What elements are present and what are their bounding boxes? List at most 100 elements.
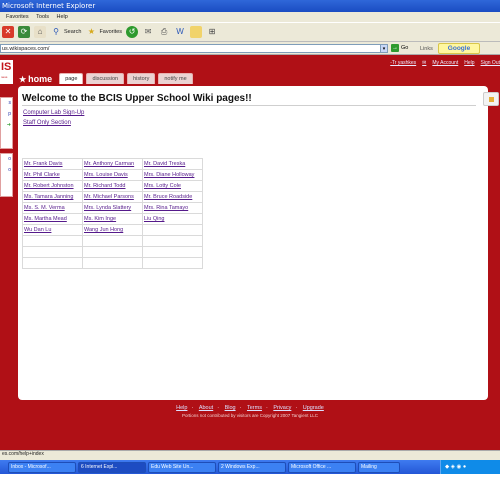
staff-link[interactable]: Mrs. Louise Davis <box>82 169 143 181</box>
table-row: Ms. S. M. Verma Mrs. Lynda Slattery Mrs. R… <box>22 202 203 214</box>
user-link-name[interactable]: -Tr yashkes <box>390 60 416 66</box>
taskbar-button[interactable]: Inbox - Microsof... <box>8 461 76 473</box>
browser-toolbar: ✕ ⟳ ⌂ ⚲ Search ★ Favorites ↺ ✉ ⎙ W ⊞ <box>0 22 500 42</box>
user-link-account[interactable]: My Account <box>432 60 458 66</box>
staff-link[interactable]: Wang Jun Hong <box>82 224 143 236</box>
window-title: Microsoft Internet Explorer <box>2 2 96 10</box>
taskbar-button[interactable]: Mailing <box>358 461 400 473</box>
staff-link[interactable]: Ms. Kim Inge <box>82 213 143 225</box>
table-row: Ms. Martha Mead Ms. Kim Inge Liu Qing <box>22 213 203 225</box>
refresh-icon[interactable]: ⟳ <box>18 26 30 38</box>
go-button[interactable]: → Go <box>391 44 408 52</box>
history-icon[interactable]: ↺ <box>126 26 139 38</box>
staff-link[interactable]: Liu Qing <box>142 213 203 225</box>
messenger-icon[interactable]: ⊞ <box>206 26 218 38</box>
tab-history[interactable]: history <box>127 73 156 84</box>
table-row: Wu Dan Lu Wang Jun Hong <box>22 224 203 236</box>
staff-only-link[interactable]: Staff Only Section <box>23 120 71 126</box>
user-link-signout[interactable]: Sign Out <box>481 60 500 66</box>
footer-link-about[interactable]: About <box>199 405 213 411</box>
footer-link-help[interactable]: Help <box>176 405 187 411</box>
address-bar: us.wikispaces.com/ ▾ → Go Links Google <box>0 42 500 55</box>
staff-link[interactable]: Mr. Phil Clarke <box>22 169 83 181</box>
staff-link[interactable]: Mrs. Diane Holloway <box>142 169 203 181</box>
menu-item-tools[interactable]: Tools <box>36 14 49 20</box>
staff-link[interactable]: Mr. Bruce Roadside <box>142 191 203 203</box>
stop-icon[interactable]: ✕ <box>2 26 14 38</box>
staff-link <box>142 235 203 247</box>
staff-link[interactable]: Mrs. Lynda Slattery <box>82 202 143 214</box>
search-icon: ⚲ <box>53 27 59 36</box>
footer-link-privacy[interactable]: Privacy <box>273 405 291 411</box>
staff-link <box>82 246 143 258</box>
menu-item-favorites[interactable]: Favorites <box>6 14 29 20</box>
staff-link[interactable]: Ms. Tamara Janning <box>22 191 83 203</box>
home-link[interactable]: ★ home <box>19 74 52 84</box>
staff-link <box>22 246 83 258</box>
sidebar-item[interactable]: s <box>1 98 12 109</box>
go-arrow-icon: → <box>391 44 399 52</box>
staff-link[interactable]: Mrs. Lotty Cole <box>142 180 203 192</box>
user-links: -Tr yashkes ✉ My Account Help Sign Out <box>390 60 500 66</box>
staff-link <box>82 257 143 269</box>
staff-link[interactable]: Mr. Robert Johnston <box>22 180 83 192</box>
edit-icon[interactable]: W <box>174 26 186 38</box>
sidebar-item[interactable]: o <box>1 165 12 176</box>
address-dropdown-icon[interactable]: ▾ <box>380 44 388 53</box>
site-logo[interactable]: IS ness <box>0 60 13 84</box>
edit-icon <box>488 97 494 102</box>
footer-link-terms[interactable]: Terms <box>247 405 262 411</box>
footer-link-blog[interactable]: Blog <box>225 405 236 411</box>
mail-icon[interactable]: ✉ <box>142 26 154 38</box>
staff-link[interactable]: Mr. Richard Todd <box>82 180 143 192</box>
staff-link[interactable]: Wu Dan Lu <box>22 224 83 236</box>
tray-icons[interactable]: ◆ ◈ ◉ ● <box>445 464 466 470</box>
search-button[interactable]: ⚲ Search <box>50 26 81 38</box>
sidebar-arrow-icon[interactable]: ➜ <box>1 120 12 131</box>
favorites-button[interactable]: ★ Favorites <box>85 26 122 38</box>
footer-link-upgrade[interactable]: Upgrade <box>303 405 324 411</box>
status-text: es.com/help+index <box>2 451 44 457</box>
google-toolbar[interactable]: Google <box>438 43 480 54</box>
taskbar-button[interactable]: 2 Windows Exp... <box>218 461 286 473</box>
user-link-help[interactable]: Help <box>464 60 474 66</box>
sidebar-recent-changes: o o <box>0 153 13 197</box>
home-icon[interactable]: ⌂ <box>34 26 46 38</box>
staff-link[interactable]: Ms. S. M. Verma <box>22 202 83 214</box>
tab-notify-me[interactable]: notify me <box>158 73 193 84</box>
staff-link[interactable]: Mr. Michael Parsons <box>82 191 143 203</box>
tab-discussion[interactable]: discussion <box>86 73 125 84</box>
discuss-icon[interactable] <box>190 26 203 38</box>
staff-link <box>142 257 203 269</box>
table-row <box>22 235 203 247</box>
taskbar: Inbox - Microsof... 6 Internet Expl... E… <box>0 460 500 474</box>
window-title-bar: Microsoft Internet Explorer <box>0 0 500 12</box>
taskbar-button[interactable]: Edu Web Site Un... <box>148 461 216 473</box>
page-title: Welcome to the BCIS Upper School Wiki pa… <box>22 93 252 104</box>
envelope-icon[interactable]: ✉ <box>422 60 426 66</box>
menu-item-help[interactable]: Help <box>57 14 68 20</box>
edit-page-button[interactable] <box>483 92 499 106</box>
taskbar-button[interactable]: Microsoft Office ... <box>288 461 356 473</box>
tab-page[interactable]: page <box>59 73 84 84</box>
staff-link[interactable]: Ms. Martha Mead <box>22 213 83 225</box>
print-icon[interactable]: ⎙ <box>158 26 170 38</box>
favorites-label: Favorites <box>99 29 123 35</box>
computer-lab-signup-link[interactable]: Computer Lab Sign-Up <box>23 110 84 116</box>
staff-link[interactable]: Mr. David Treska <box>142 158 203 170</box>
menu-bar: Favorites Tools Help <box>0 12 500 22</box>
sidebar-item[interactable]: p <box>1 109 12 120</box>
footer-links: Help · About · Blog · Terms · Privacy · Upgra… <box>176 405 324 411</box>
staff-link[interactable]: Mr. Frank Davis <box>22 158 83 170</box>
links-label[interactable]: Links <box>420 46 433 52</box>
staff-link <box>82 235 143 247</box>
wiki-page: IS ness s p ➜ o o -Tr yashkes ✉ My Accou… <box>0 55 500 450</box>
star-icon: ★ <box>19 74 27 84</box>
taskbar-button[interactable]: 6 Internet Expl... <box>78 461 146 473</box>
staff-link <box>22 257 83 269</box>
sidebar-item[interactable]: o <box>1 154 12 165</box>
logo-text: IS <box>1 61 12 73</box>
address-input[interactable]: us.wikispaces.com/ <box>0 44 388 53</box>
staff-link[interactable]: Mrs. Rina Tamayo <box>142 202 203 214</box>
staff-link[interactable]: Mr. Anthony Carman <box>82 158 143 170</box>
